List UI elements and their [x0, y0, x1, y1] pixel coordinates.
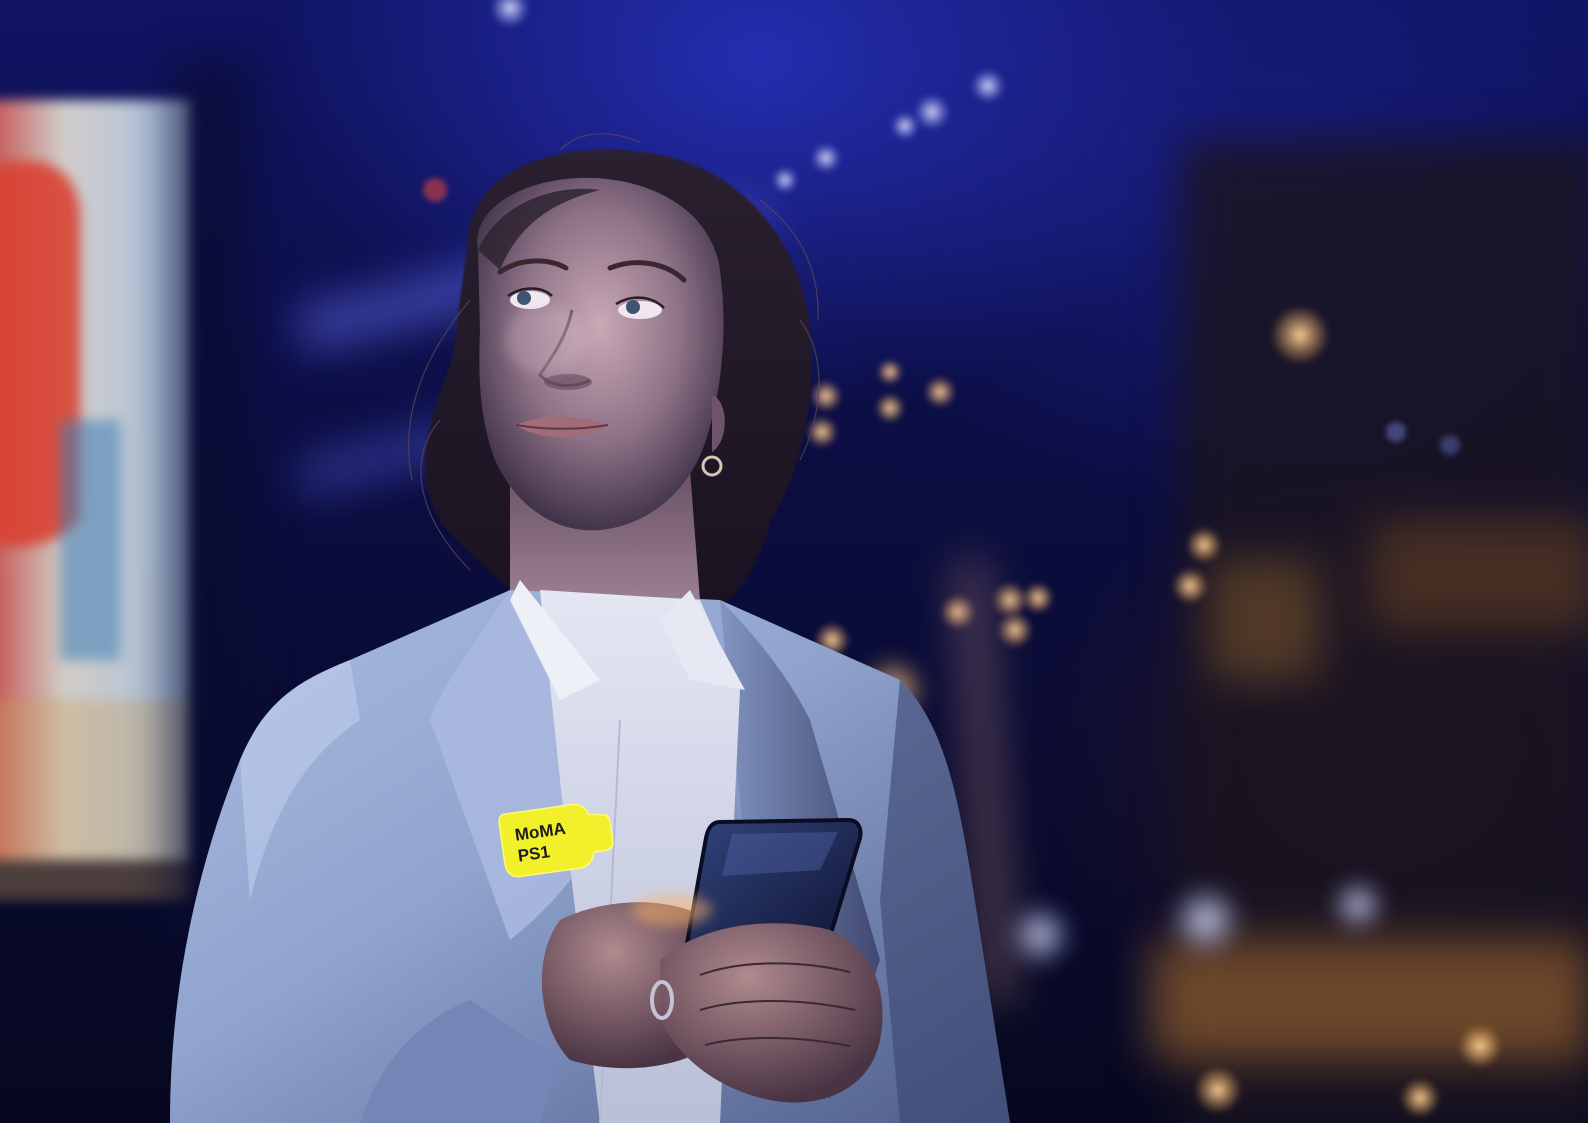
photo-illustration: MoMA PS1 [0, 0, 1588, 1123]
photo-scene: MoMA PS1 [0, 0, 1588, 1123]
